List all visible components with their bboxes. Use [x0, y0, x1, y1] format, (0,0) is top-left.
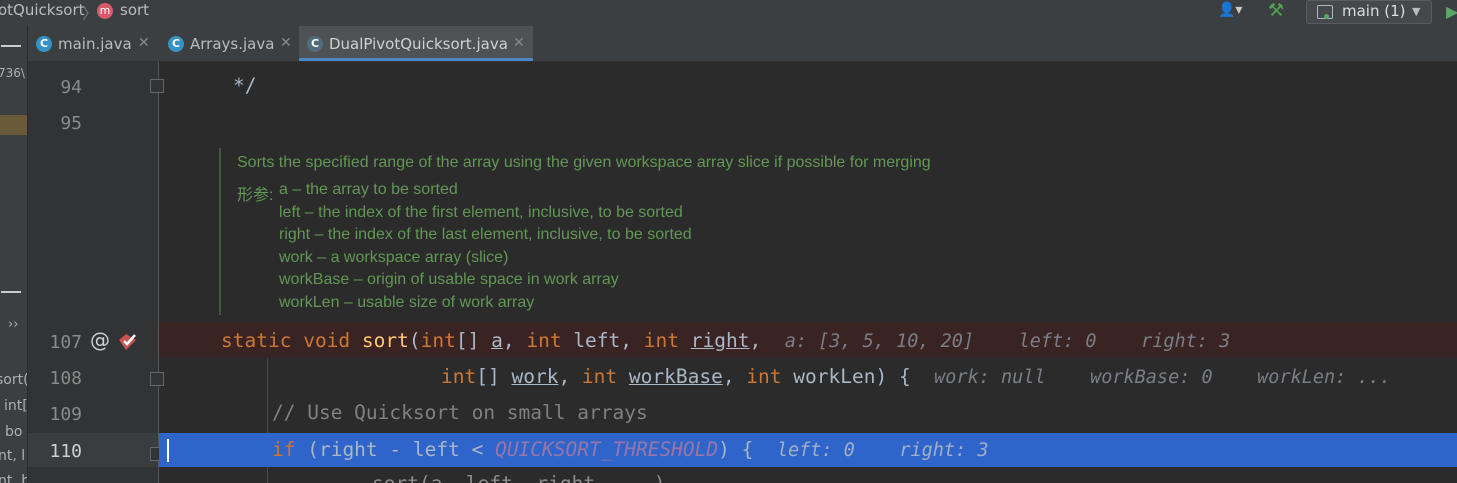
collapse-icon[interactable]	[1, 45, 21, 47]
code-line-111: sort(a, left, right, ...)	[372, 472, 666, 483]
line-number: 109	[49, 404, 82, 425]
rendered-javadoc: Sorts the specified range of the array u…	[219, 148, 1221, 315]
breadcrumb-class[interactable]: otQuicksort	[0, 1, 85, 19]
left-snippet: bo	[5, 424, 23, 440]
inline-debug-values: left: 0 right: 3	[776, 440, 989, 461]
inline-debug-values: a: [3, 5, 10, 20] left: 0 right: 3	[784, 331, 1231, 352]
method-icon: m	[97, 3, 113, 19]
chevron-down-icon: ▼	[1412, 5, 1421, 18]
navigation-bar: otQuicksort 〉 m sort 👤▾ ⚒ main (1) ▼ ▶	[0, 0, 1457, 26]
tab-main-java[interactable]: C main.java ✕	[28, 26, 156, 61]
breadcrumb-method[interactable]: sort	[120, 1, 149, 19]
doc-param: workBase – origin of usable space in wor…	[279, 271, 619, 288]
close-icon[interactable]: ✕	[513, 35, 525, 51]
tab-dualpivotquicksort-java[interactable]: C DualPivotQuicksort.java ✕	[299, 26, 533, 61]
left-tool-window: 736\ ›› sort( int[ bo nt, l nt, b	[0, 26, 28, 483]
build-hammer-icon[interactable]: ⚒	[1268, 0, 1284, 21]
code-line-107: static void sort(int[] a, int left, int …	[221, 329, 1231, 352]
run-config-label: main (1)	[1342, 2, 1406, 20]
doc-params-label: 形参:	[237, 187, 274, 204]
doc-param: left – the index of the first element, i…	[279, 204, 683, 221]
line-number: 107	[49, 332, 82, 353]
expand-icon[interactable]: ››	[8, 317, 18, 332]
left-snippet: nt, b	[0, 473, 27, 483]
code-line-94: */	[233, 74, 257, 97]
code-editor[interactable]: */ Sorts the specified range of the arra…	[159, 62, 1457, 483]
editor-gutter: 94 95 107 108 109 110 @	[28, 62, 164, 483]
left-snippet: sort(	[0, 372, 28, 388]
tab-label: DualPivotQuicksort.java	[329, 35, 508, 53]
doc-summary: Sorts the specified range of the array u…	[237, 154, 931, 171]
line-number: 95	[60, 113, 82, 134]
line-number: 110	[49, 441, 82, 462]
selected-frame-marker	[0, 115, 27, 135]
tab-label: main.java	[58, 35, 132, 53]
close-icon[interactable]: ✕	[280, 35, 292, 51]
java-class-icon: C	[36, 36, 52, 52]
collapse-icon[interactable]	[1, 291, 21, 293]
line-number: 108	[49, 368, 82, 389]
run-icon[interactable]: ▶	[1446, 2, 1457, 21]
left-snippet: 736\	[0, 66, 25, 80]
breadcrumb-separator-icon: 〉	[82, 4, 99, 23]
doc-param: right – the index of the last element, i…	[279, 226, 692, 243]
doc-param: work – a workspace array (slice)	[279, 249, 509, 266]
text-caret	[167, 439, 169, 462]
editor-tabs: C main.java ✕ C Arrays.java ✕ C DualPivo…	[28, 26, 1457, 62]
user-icon[interactable]: 👤▾	[1218, 2, 1252, 22]
code-line-110: if (right - left < QUICKSORT_THRESHOLD) …	[272, 438, 989, 461]
tab-arrays-java[interactable]: C Arrays.java ✕	[160, 26, 298, 61]
java-class-icon: C	[168, 36, 184, 52]
left-snippet: nt, l	[0, 448, 26, 464]
code-line-108: int[] work, int workBase, int workLen) {…	[441, 365, 1391, 388]
override-at-icon[interactable]: @	[90, 328, 110, 352]
close-icon[interactable]: ✕	[138, 35, 150, 51]
running-indicator-icon	[1324, 14, 1329, 19]
java-class-icon: C	[307, 36, 323, 52]
doc-param: workLen – usable size of work array	[279, 294, 535, 311]
tab-label: Arrays.java	[190, 35, 275, 53]
left-snippet: int[	[4, 398, 28, 414]
doc-param: a – the array to be sorted	[279, 181, 458, 198]
breakpoint-icon[interactable]	[116, 330, 140, 352]
code-line-109: // Use Quicksort on small arrays	[272, 401, 648, 424]
run-configuration-select[interactable]: main (1) ▼	[1306, 0, 1432, 24]
inline-debug-values: work: null workBase: 0 workLen: ...	[934, 367, 1391, 388]
line-number: 94	[60, 77, 82, 98]
active-tab-indicator	[299, 58, 533, 61]
